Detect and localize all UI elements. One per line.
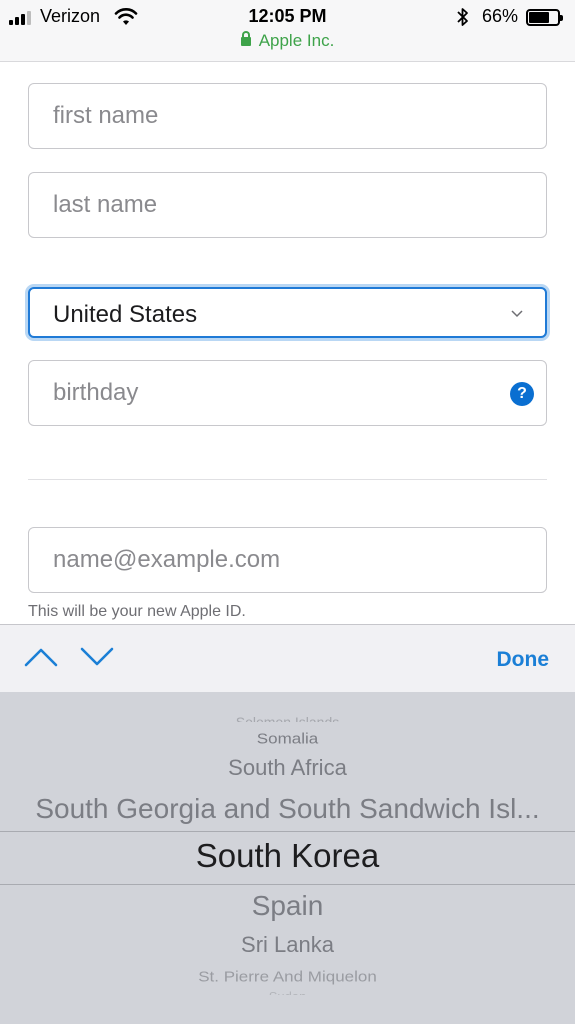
first-name-input[interactable] (29, 84, 546, 148)
help-icon[interactable]: ? (510, 382, 534, 406)
first-name-field[interactable] (28, 83, 547, 149)
last-name-field[interactable] (28, 172, 547, 238)
lock-icon (240, 31, 251, 46)
picker-item[interactable]: Somalia (0, 731, 575, 748)
bluetooth-icon (457, 8, 468, 26)
chevron-down-icon (511, 310, 523, 318)
picker-item[interactable]: St. Pierre And Miquelon (0, 969, 575, 986)
email-hint: This will be your new Apple ID. (28, 603, 246, 620)
email-input[interactable] (29, 528, 546, 592)
email-field[interactable] (28, 527, 547, 593)
picker-item[interactable]: Sri Lanka (0, 932, 575, 958)
section-divider (28, 479, 547, 480)
picker-item[interactable]: Sudan (0, 987, 575, 995)
status-bar: Verizon 12:05 PM 66% Apple Inc. (0, 0, 575, 62)
country-picker[interactable]: Solomon Islands Somalia South Africa Sou… (0, 692, 575, 1024)
url-bar[interactable]: Apple Inc. (0, 31, 575, 51)
picker-item[interactable]: Spain (0, 890, 575, 922)
picker-item[interactable]: South Georgia and South Sandwich Isl... (0, 793, 575, 825)
site-name: Apple Inc. (258, 31, 335, 50)
picker-selection-line (0, 884, 575, 885)
country-select[interactable]: United States (28, 287, 547, 338)
picker-selected-item[interactable]: South Korea (0, 837, 575, 875)
country-value: United States (53, 301, 198, 328)
keyboard-accessory-bar: Done (0, 624, 575, 692)
battery-percent: 66% (482, 6, 519, 26)
birthday-input[interactable] (29, 361, 546, 425)
last-name-input[interactable] (29, 173, 546, 237)
picker-item[interactable]: South Africa (0, 755, 575, 781)
birthday-field[interactable]: ? (28, 360, 547, 426)
done-button[interactable]: Done (497, 648, 550, 672)
chevron-up-icon[interactable] (24, 647, 58, 667)
picker-selection-line (0, 831, 575, 832)
chevron-down-icon[interactable] (80, 647, 114, 667)
battery-icon (526, 9, 563, 26)
picker-item[interactable]: Solomon Islands (0, 710, 575, 722)
